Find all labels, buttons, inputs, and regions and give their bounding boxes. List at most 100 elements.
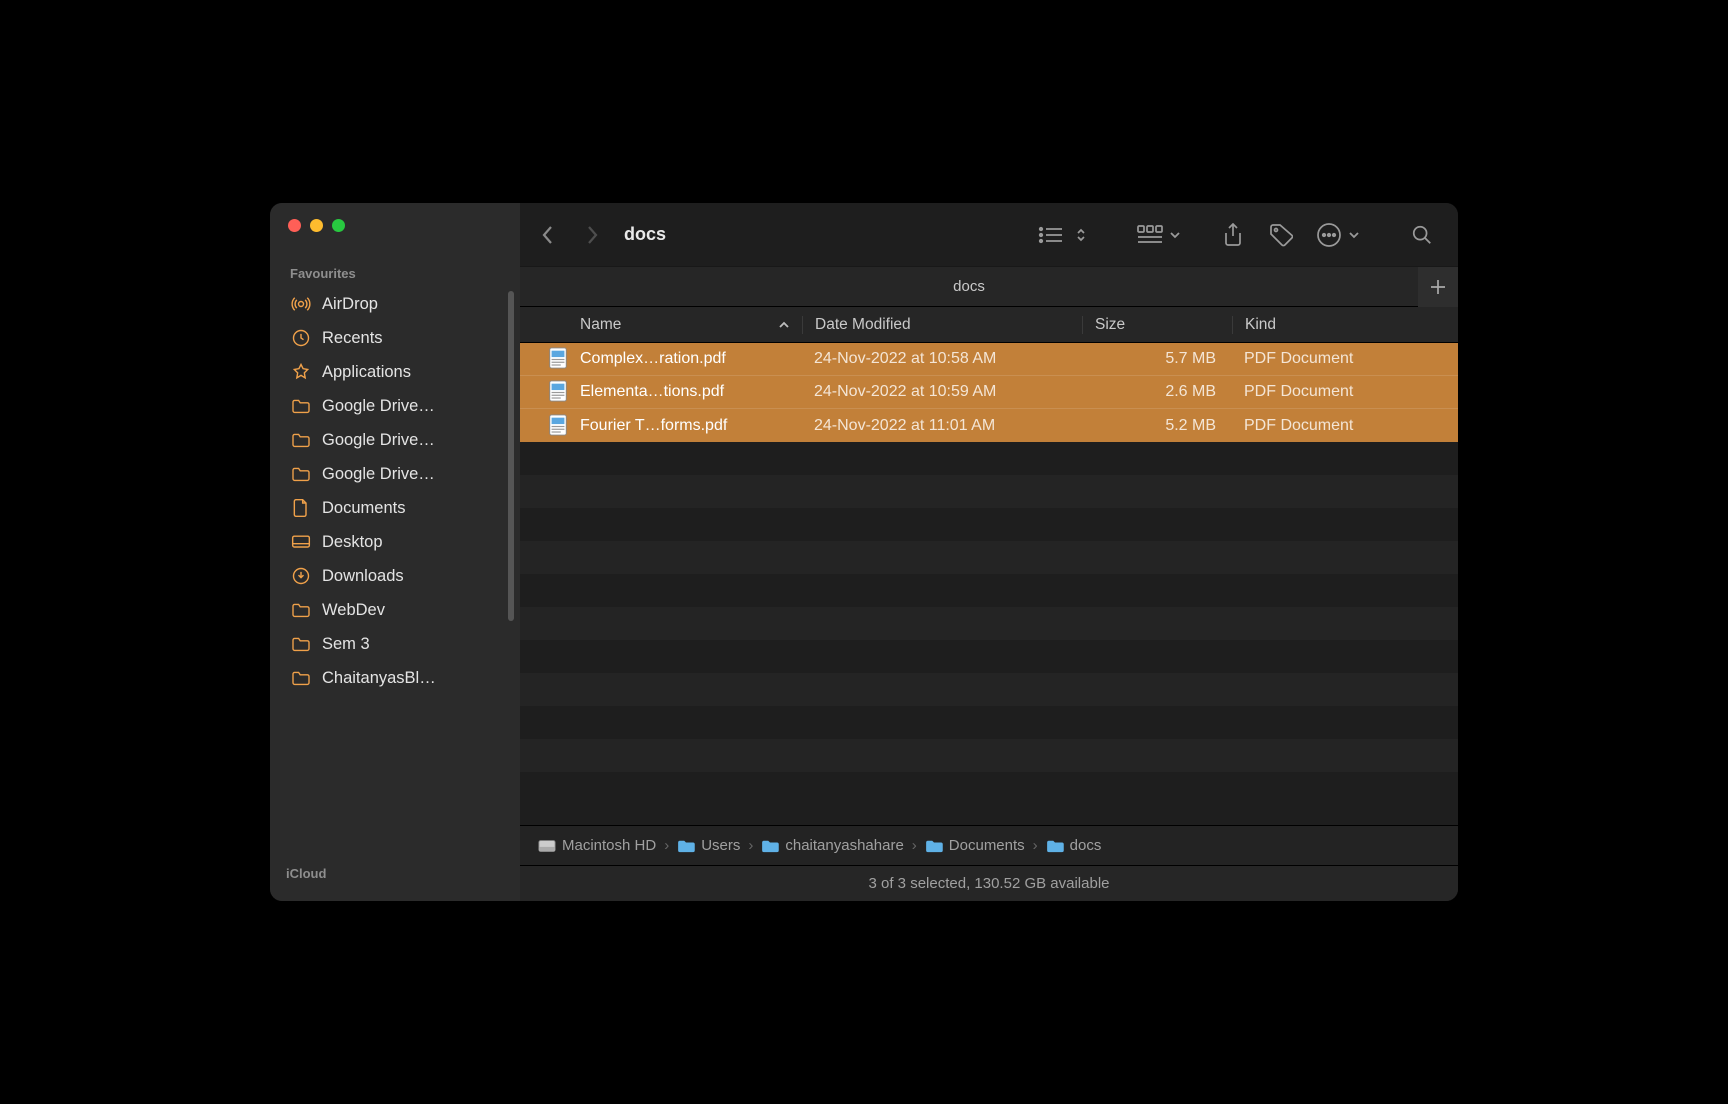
back-button[interactable] xyxy=(538,225,558,245)
folder-icon xyxy=(1046,839,1064,853)
view-options-button[interactable] xyxy=(1072,217,1090,253)
empty-row xyxy=(520,739,1458,772)
folder-icon xyxy=(290,633,312,655)
sidebar-item-google-drive-1[interactable]: Google Drive… xyxy=(270,389,520,423)
file-name: Fourier T…forms.pdf xyxy=(580,417,802,435)
close-window-button[interactable] xyxy=(288,219,301,232)
file-kind: PDF Document xyxy=(1232,417,1458,435)
status-bar: 3 of 3 selected, 130.52 GB available xyxy=(520,865,1458,901)
file-list: Complex…ration.pdf 24-Nov-2022 at 10:58 … xyxy=(520,343,1458,825)
file-row[interactable]: Complex…ration.pdf 24-Nov-2022 at 10:58 … xyxy=(520,343,1458,376)
forward-button[interactable] xyxy=(582,225,602,245)
sidebar-item-label: Applications xyxy=(322,363,411,382)
sidebar-item-applications[interactable]: Applications xyxy=(270,355,520,389)
empty-row xyxy=(520,574,1458,607)
file-name: Elementa…tions.pdf xyxy=(580,383,802,401)
columns-header: Name Date Modified Size Kind xyxy=(520,307,1458,343)
path-label: chaitanyashahare xyxy=(785,837,903,854)
empty-row xyxy=(520,706,1458,739)
status-text: 3 of 3 selected, 130.52 GB available xyxy=(869,875,1110,892)
path-item-documents[interactable]: Documents xyxy=(925,837,1025,854)
minimize-window-button[interactable] xyxy=(310,219,323,232)
path-label: Documents xyxy=(949,837,1025,854)
path-item-home[interactable]: chaitanyashahare xyxy=(761,837,903,854)
new-tab-button[interactable] xyxy=(1418,267,1458,307)
empty-row xyxy=(520,442,1458,475)
sidebar-item-recents[interactable]: Recents xyxy=(270,321,520,355)
sidebar-section-favourites: Favourites xyxy=(270,262,520,287)
sidebar-item-documents[interactable]: Documents xyxy=(270,491,520,525)
chevron-right-icon: › xyxy=(1033,837,1038,854)
chevron-down-icon[interactable] xyxy=(1346,217,1362,253)
sort-ascending-icon xyxy=(778,320,790,330)
file-kind: PDF Document xyxy=(1232,383,1458,401)
sidebar-item-label: Downloads xyxy=(322,567,404,586)
sidebar-item-google-drive-3[interactable]: Google Drive… xyxy=(270,457,520,491)
sidebar-scrollbar[interactable] xyxy=(508,291,514,621)
empty-row xyxy=(520,607,1458,640)
sidebar-item-chaitanyasbl[interactable]: ChaitanyasBl… xyxy=(270,661,520,695)
file-date: 24-Nov-2022 at 11:01 AM xyxy=(802,417,1082,435)
search-button[interactable] xyxy=(1404,217,1440,253)
empty-row xyxy=(520,673,1458,706)
pdf-file-icon xyxy=(548,414,570,438)
sidebar-item-label: Google Drive… xyxy=(322,431,435,450)
column-kind[interactable]: Kind xyxy=(1232,316,1458,334)
chevron-right-icon: › xyxy=(664,837,669,854)
nav-arrows xyxy=(538,225,602,245)
empty-row xyxy=(520,475,1458,508)
tab-docs[interactable]: docs xyxy=(520,278,1418,295)
sidebar-item-label: Documents xyxy=(322,499,405,518)
folder-icon xyxy=(290,429,312,451)
sidebar-item-webdev[interactable]: WebDev xyxy=(270,593,520,627)
file-row[interactable]: Elementa…tions.pdf 24-Nov-2022 at 10:59 … xyxy=(520,376,1458,409)
file-size: 2.6 MB xyxy=(1082,383,1232,401)
file-row[interactable]: Fourier T…forms.pdf 24-Nov-2022 at 11:01… xyxy=(520,409,1458,442)
file-size: 5.2 MB xyxy=(1082,417,1232,435)
sidebar-item-label: Recents xyxy=(322,329,383,348)
sidebar-item-label: ChaitanyasBl… xyxy=(322,669,436,688)
path-item-macintosh-hd[interactable]: Macintosh HD xyxy=(538,837,656,854)
path-label: Macintosh HD xyxy=(562,837,656,854)
window-controls xyxy=(270,219,520,232)
sidebar-item-airdrop[interactable]: AirDrop xyxy=(270,287,520,321)
finder-window: Favourites AirDrop Recents Applications … xyxy=(270,203,1458,901)
sidebar-item-label: Google Drive… xyxy=(322,397,435,416)
sidebar-item-google-drive-2[interactable]: Google Drive… xyxy=(270,423,520,457)
sidebar-item-label: AirDrop xyxy=(322,295,378,314)
sidebar-item-desktop[interactable]: Desktop xyxy=(270,525,520,559)
column-size[interactable]: Size xyxy=(1082,316,1232,334)
pdf-file-icon xyxy=(548,380,570,404)
path-item-users[interactable]: Users xyxy=(677,837,740,854)
more-actions-button[interactable] xyxy=(1311,217,1347,253)
tags-button[interactable] xyxy=(1263,217,1299,253)
chevron-down-icon[interactable] xyxy=(1167,217,1183,253)
folder-icon xyxy=(677,839,695,853)
folder-icon xyxy=(761,839,779,853)
empty-row xyxy=(520,541,1458,574)
folder-icon xyxy=(290,463,312,485)
path-item-docs[interactable]: docs xyxy=(1046,837,1102,854)
folder-icon xyxy=(290,667,312,689)
empty-row xyxy=(520,640,1458,673)
sidebar-item-downloads[interactable]: Downloads xyxy=(270,559,520,593)
sidebar-item-label: Desktop xyxy=(322,533,383,552)
zoom-window-button[interactable] xyxy=(332,219,345,232)
group-by-button[interactable] xyxy=(1132,217,1168,253)
view-list-button[interactable] xyxy=(1033,217,1069,253)
path-label: Users xyxy=(701,837,740,854)
clock-icon xyxy=(290,327,312,349)
path-bar: Macintosh HD › Users › chaitanyashahare … xyxy=(520,825,1458,865)
sidebar-item-sem3[interactable]: Sem 3 xyxy=(270,627,520,661)
file-name: Complex…ration.pdf xyxy=(580,350,802,368)
share-button[interactable] xyxy=(1215,217,1251,253)
path-label: docs xyxy=(1070,837,1102,854)
folder-icon xyxy=(290,599,312,621)
column-date-modified[interactable]: Date Modified xyxy=(802,316,1082,334)
column-name[interactable]: Name xyxy=(580,316,802,334)
folder-icon xyxy=(290,395,312,417)
file-date: 24-Nov-2022 at 10:59 AM xyxy=(802,383,1082,401)
chevron-right-icon: › xyxy=(912,837,917,854)
sidebar: Favourites AirDrop Recents Applications … xyxy=(270,203,520,901)
file-size: 5.7 MB xyxy=(1082,350,1232,368)
